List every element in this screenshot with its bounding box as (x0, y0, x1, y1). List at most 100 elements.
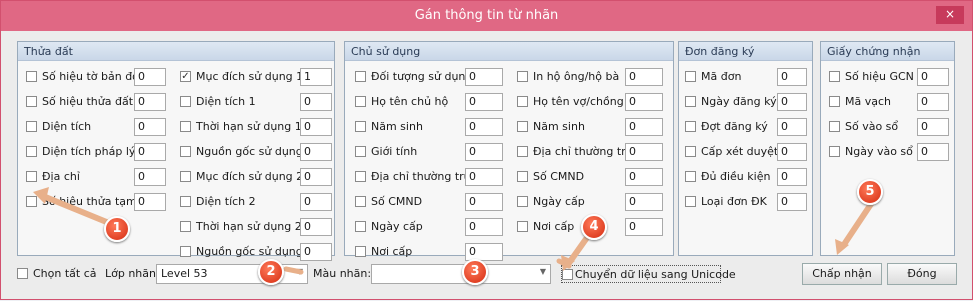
field-row[interactable]: Địa chỉ 0 (26, 168, 170, 186)
field-index-input[interactable]: 0 (300, 118, 332, 136)
field-index-input[interactable]: 0 (134, 193, 166, 211)
field-row[interactable]: ✓ Mục đích sử dụng 11 (180, 68, 336, 86)
field-index-input[interactable]: 0 (300, 218, 332, 236)
field-row[interactable]: Thời hạn sử dụng 10 (180, 118, 336, 136)
field-checkbox[interactable] (26, 121, 37, 132)
field-checkbox[interactable] (180, 171, 191, 182)
field-checkbox[interactable] (355, 196, 366, 207)
color-select[interactable]: ▼ (371, 264, 551, 284)
field-row[interactable]: Nguồn gốc sử dụng 10 (180, 143, 336, 161)
field-row[interactable]: Đối tượng sử dụng 0 (355, 68, 507, 86)
field-row[interactable]: Diện tích pháp lý 0 (26, 143, 170, 161)
field-index-input[interactable]: 0 (465, 243, 503, 261)
field-index-input[interactable]: 0 (134, 93, 166, 111)
field-checkbox[interactable] (829, 96, 840, 107)
field-checkbox[interactable] (180, 96, 191, 107)
field-checkbox[interactable] (355, 171, 366, 182)
field-index-input[interactable]: 0 (465, 168, 503, 186)
field-checkbox[interactable] (180, 146, 191, 157)
field-checkbox[interactable] (355, 71, 366, 82)
field-index-input[interactable]: 0 (134, 168, 166, 186)
field-index-input[interactable]: 0 (625, 193, 663, 211)
field-row[interactable]: Năm sinh 0 (517, 118, 667, 136)
field-index-input[interactable]: 0 (465, 218, 503, 236)
field-checkbox[interactable] (26, 171, 37, 182)
field-row[interactable]: Địa chỉ thường trú 0 (517, 143, 667, 161)
field-checkbox[interactable] (517, 96, 528, 107)
field-index-input[interactable]: 1 (300, 68, 332, 86)
field-row[interactable]: Cấp xét duyệt 0 (685, 143, 811, 161)
field-row[interactable]: Số CMND 0 (517, 168, 667, 186)
field-checkbox[interactable] (685, 96, 696, 107)
field-row[interactable]: Thời hạn sử dụng 20 (180, 218, 336, 236)
field-index-input[interactable]: 0 (465, 143, 503, 161)
field-index-input[interactable]: 0 (465, 193, 503, 211)
field-checkbox[interactable] (517, 171, 528, 182)
field-index-input[interactable]: 0 (134, 118, 166, 136)
field-index-input[interactable]: 0 (777, 168, 807, 186)
field-index-input[interactable]: 0 (134, 68, 166, 86)
field-row[interactable]: Họ tên vợ/chồng 0 (517, 93, 667, 111)
field-index-input[interactable]: 0 (300, 168, 332, 186)
field-checkbox[interactable] (26, 71, 37, 82)
field-checkbox[interactable] (517, 146, 528, 157)
field-index-input[interactable]: 0 (625, 68, 663, 86)
field-checkbox[interactable] (355, 96, 366, 107)
select-all-checkbox[interactable]: Chọn tất cả (17, 265, 117, 283)
field-checkbox[interactable] (355, 121, 366, 132)
field-checkbox[interactable] (685, 121, 696, 132)
field-row[interactable]: Số hiệu GCN 0 (829, 68, 953, 86)
field-index-input[interactable]: 0 (777, 143, 807, 161)
field-row[interactable]: Họ tên chủ hộ 0 (355, 93, 507, 111)
field-checkbox[interactable] (355, 246, 366, 257)
field-row[interactable]: Địa chỉ thường trú 0 (355, 168, 507, 186)
close-icon[interactable]: × (936, 6, 964, 24)
field-row[interactable]: Ngày vào sổ 0 (829, 143, 953, 161)
field-row[interactable]: Diện tích 1 0 (180, 93, 336, 111)
field-checkbox[interactable] (26, 146, 37, 157)
chevron-down-icon[interactable]: ▼ (297, 267, 303, 276)
field-checkbox[interactable] (517, 221, 528, 232)
field-index-input[interactable]: 0 (917, 93, 949, 111)
field-row[interactable]: Diện tích 0 (26, 118, 170, 136)
layer-select[interactable]: Level 53 ▼ (156, 264, 308, 284)
field-index-input[interactable]: 0 (777, 68, 807, 86)
field-index-input[interactable]: 0 (465, 93, 503, 111)
field-index-input[interactable]: 0 (465, 68, 503, 86)
field-index-input[interactable]: 0 (917, 143, 949, 161)
field-checkbox[interactable] (685, 196, 696, 207)
field-checkbox[interactable] (355, 146, 366, 157)
checkbox-box[interactable] (562, 269, 573, 280)
field-checkbox[interactable] (517, 121, 528, 132)
field-row[interactable]: Số vào sổ 0 (829, 118, 953, 136)
field-checkbox[interactable]: ✓ (180, 71, 191, 82)
field-index-input[interactable]: 0 (300, 243, 332, 261)
field-row[interactable]: Năm sinh 0 (355, 118, 507, 136)
field-checkbox[interactable] (180, 121, 191, 132)
field-checkbox[interactable] (685, 146, 696, 157)
field-checkbox[interactable] (180, 221, 191, 232)
unicode-checkbox[interactable]: Chuyển dữ liệu sang Unicode (561, 265, 736, 283)
field-checkbox[interactable] (685, 171, 696, 182)
field-row[interactable]: Giới tính 0 (355, 143, 507, 161)
chevron-down-icon[interactable]: ▼ (540, 267, 546, 276)
field-checkbox[interactable] (685, 71, 696, 82)
field-index-input[interactable]: 0 (917, 118, 949, 136)
field-index-input[interactable]: 0 (625, 218, 663, 236)
close-button[interactable]: Đóng (887, 263, 957, 285)
field-checkbox[interactable] (829, 146, 840, 157)
field-row[interactable]: Số hiệu thửa tạm 0 (26, 193, 170, 211)
field-checkbox[interactable] (517, 196, 528, 207)
field-row[interactable]: Đợt đăng ký 0 (685, 118, 811, 136)
field-row[interactable]: Ngày cấp 0 (517, 193, 667, 211)
field-row[interactable]: Mã vạch 0 (829, 93, 953, 111)
field-row[interactable]: Loại đơn ĐK 0 (685, 193, 811, 211)
field-row[interactable]: Nơi cấp 0 (355, 243, 507, 261)
field-index-input[interactable]: 0 (777, 118, 807, 136)
field-checkbox[interactable] (829, 121, 840, 132)
field-checkbox[interactable] (180, 246, 191, 257)
checkbox-box[interactable] (17, 268, 28, 279)
field-checkbox[interactable] (829, 71, 840, 82)
field-index-input[interactable]: 0 (465, 118, 503, 136)
field-index-input[interactable]: 0 (300, 143, 332, 161)
